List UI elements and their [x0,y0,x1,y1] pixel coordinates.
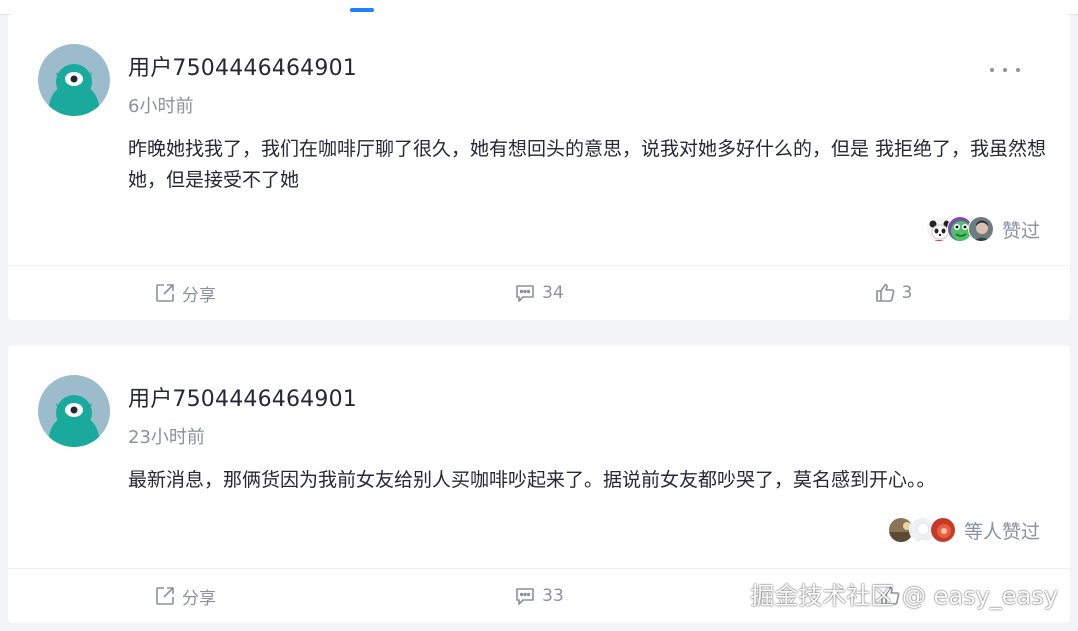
share-button[interactable]: 分享 [8,266,362,320]
comment-time: 6小时前 [128,96,194,117]
thumbs-up-icon [874,282,896,304]
comment-time: 23小时前 [128,427,205,448]
like-count: 3 [901,283,913,303]
share-label: 分享 [182,588,216,609]
username[interactable]: 用户7504446464901 [128,381,357,413]
like-button[interactable]: 3 [716,266,1070,320]
comment-button[interactable]: 34 [362,266,716,320]
red-avatar-icon [929,517,956,543]
ellipsis-icon[interactable] [990,66,1020,74]
comment-icon [514,585,536,607]
likers-row[interactable]: 等人赞过 [887,516,1040,544]
share-button[interactable]: 分享 [8,569,362,623]
watermark: 掘金技术社区 @ easy_easy [750,582,1058,610]
comment-card: 用户7504446464901 6小时前 昨晚她找我了，我们在咖啡厅聊了很久，她… [8,14,1070,320]
active-tab-indicator [350,8,374,12]
comment-count: 33 [542,586,564,606]
comment-button[interactable]: 33 [362,569,716,623]
comment-count: 34 [542,283,564,303]
likers-row[interactable]: 赞过 [925,215,1040,243]
portrait-avatar-icon [967,216,994,242]
comment-text: 昨晚她找我了，我们在咖啡厅聊了很久，她有想回头的意思，说我对她多好什么的，但是 … [128,138,1047,191]
share-icon [154,585,176,607]
teal-monster-avatar-icon [38,44,110,116]
liker-avatars [925,216,994,242]
user-avatar[interactable] [38,375,110,447]
share-icon [154,282,176,304]
comment-icon [514,282,536,304]
share-label: 分享 [182,285,216,306]
comment-text: 最新消息，那俩货因为我前女友给别人买咖啡吵起来了。据说前女友都吵哭了，莫名感到开… [128,469,936,491]
username[interactable]: 用户7504446464901 [128,50,357,82]
likers-text: 等人赞过 [963,520,1040,543]
liker-avatars [887,517,956,543]
action-bar: 分享 34 3 [8,265,1070,320]
user-avatar[interactable] [38,44,110,116]
likers-text: 赞过 [1001,219,1040,242]
top-tab-strip [0,0,1078,15]
teal-monster-avatar-icon [38,375,110,447]
